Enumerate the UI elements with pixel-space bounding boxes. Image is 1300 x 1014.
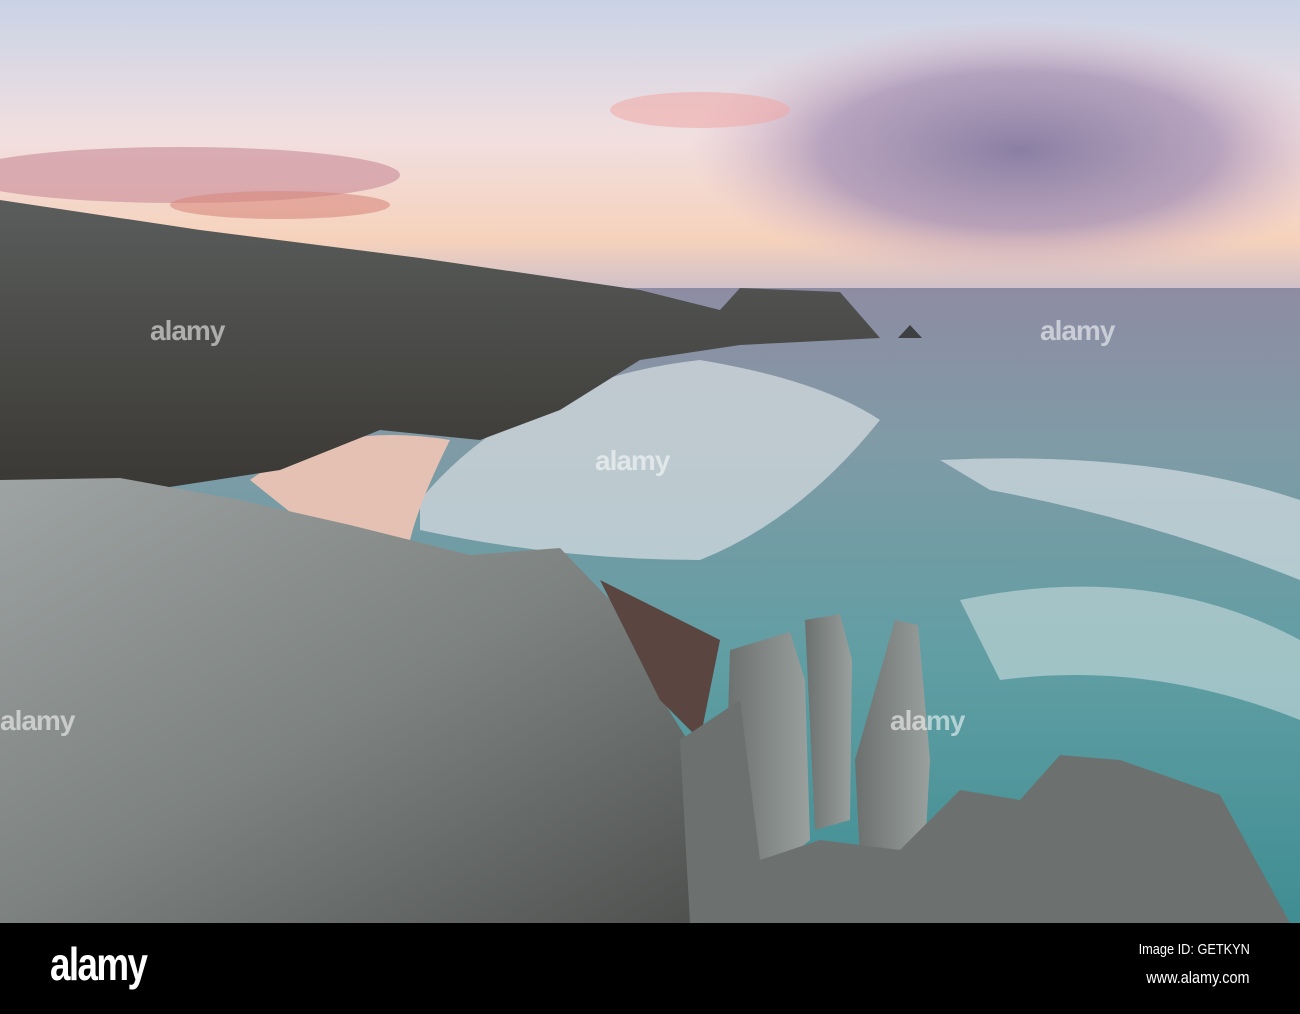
landscape-photo: alamy alamy alamy alamy alamy (0, 0, 1300, 923)
svg-text:alamy: alamy (0, 705, 76, 736)
svg-text:alamy: alamy (1040, 315, 1116, 346)
pink-cloud (170, 191, 390, 219)
image-id: Image ID: GETKYN (1138, 941, 1250, 958)
svg-text:alamy: alamy (595, 445, 671, 476)
svg-text:alamy: alamy (150, 315, 226, 346)
svg-text:alamy: alamy (890, 705, 966, 736)
alamy-logo[interactable]: alamy (50, 937, 148, 991)
pink-cloud (610, 92, 790, 128)
footer-bar: alamy Image ID: GETKYN www.alamy.com (0, 923, 1300, 1014)
site-url[interactable]: www.alamy.com (1147, 968, 1250, 988)
